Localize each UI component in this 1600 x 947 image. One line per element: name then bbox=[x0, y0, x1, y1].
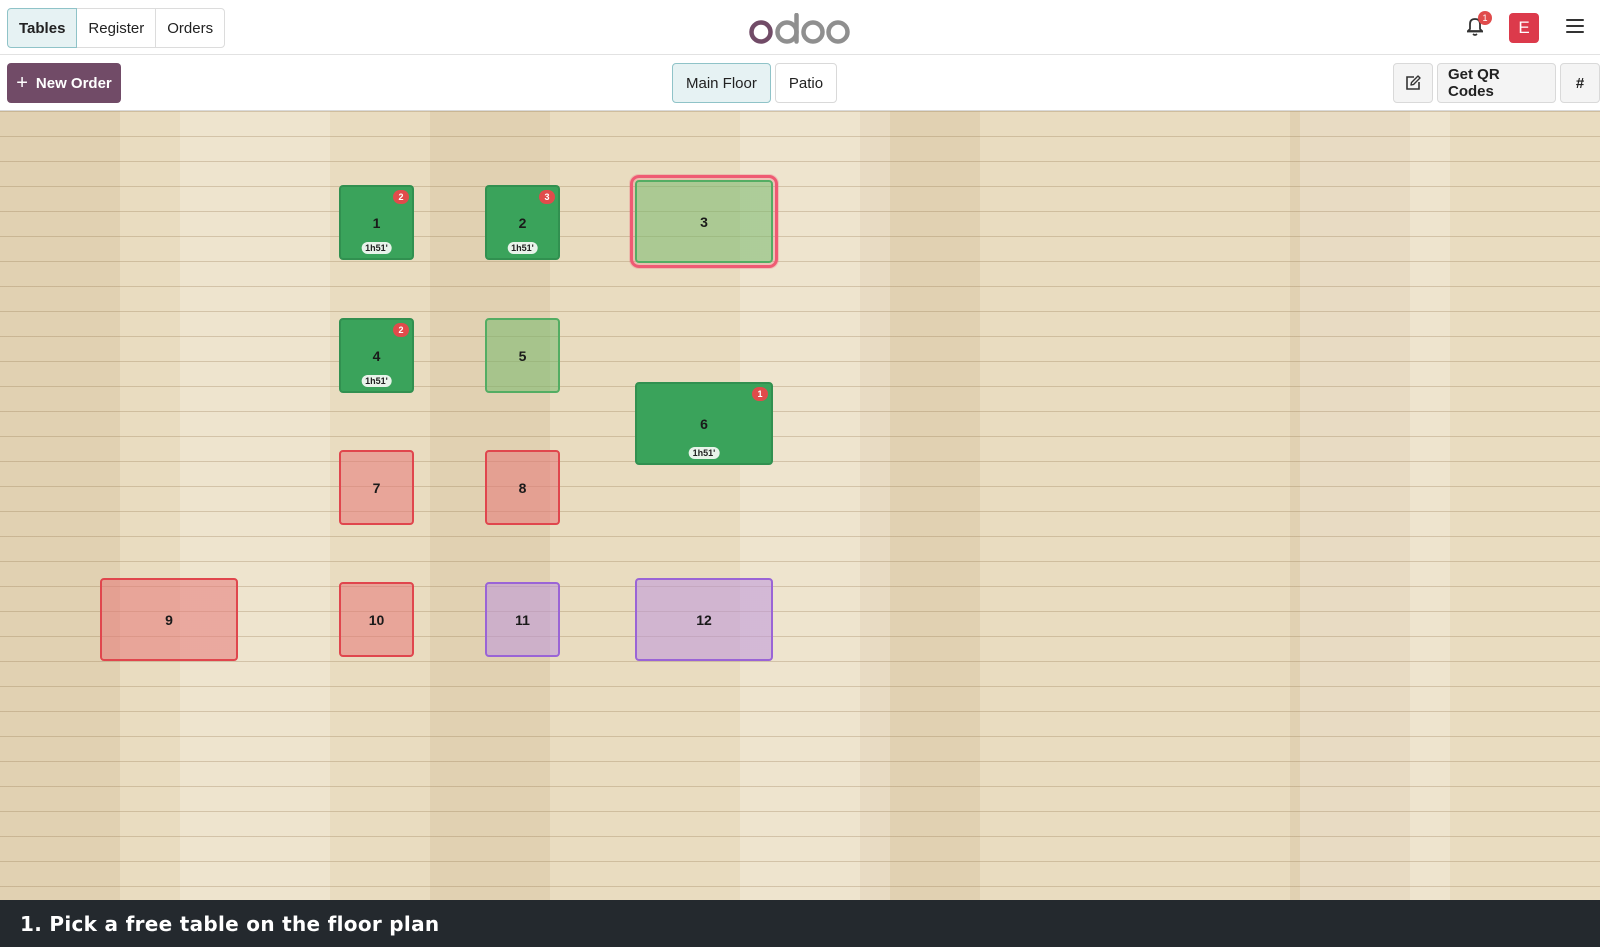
order-count-badge: 1 bbox=[752, 387, 768, 401]
nav-tab-tables[interactable]: Tables bbox=[7, 8, 78, 48]
table-number-button[interactable]: # bbox=[1560, 63, 1600, 103]
floor-tab-main-floor[interactable]: Main Floor bbox=[672, 63, 771, 103]
new-order-label: New Order bbox=[35, 74, 112, 92]
table-label: 4 bbox=[372, 347, 381, 364]
order-count-badge: 2 bbox=[393, 323, 409, 337]
order-count-badge: 3 bbox=[539, 190, 555, 204]
edit-icon bbox=[1406, 75, 1421, 90]
table-8[interactable]: 8 bbox=[485, 450, 560, 525]
plus-icon: + bbox=[16, 72, 28, 94]
table-label: 6 bbox=[700, 415, 708, 432]
table-1[interactable]: 1 2 1h51' bbox=[339, 185, 414, 260]
table-9[interactable]: 9 bbox=[100, 578, 238, 661]
table-10[interactable]: 10 bbox=[339, 582, 414, 657]
floor-plan: 1 2 1h51' 2 3 1h51' 3 4 2 1h51' 5 6 1 1h… bbox=[0, 111, 1600, 900]
odoo-logo bbox=[749, 13, 850, 44]
table-label: 11 bbox=[515, 611, 530, 628]
table-label: 8 bbox=[518, 479, 527, 496]
hamburger-menu-icon[interactable] bbox=[1566, 19, 1584, 35]
table-label: 3 bbox=[700, 213, 708, 230]
table-7[interactable]: 7 bbox=[339, 450, 414, 525]
floor-selector: Main Floor Patio bbox=[672, 63, 838, 103]
table-label: 1 bbox=[372, 214, 381, 231]
main-nav: Tables Register Orders bbox=[7, 8, 226, 48]
table-5[interactable]: 5 bbox=[485, 318, 560, 393]
notification-badge: 1 bbox=[1478, 11, 1492, 25]
table-label: 12 bbox=[696, 611, 712, 628]
table-4[interactable]: 4 2 1h51' bbox=[339, 318, 414, 393]
new-order-button[interactable]: + New Order bbox=[7, 63, 121, 103]
table-label: 10 bbox=[368, 611, 385, 628]
elapsed-time-badge: 1h51' bbox=[361, 375, 392, 387]
edit-floor-button[interactable] bbox=[1393, 63, 1433, 103]
order-count-badge: 2 bbox=[393, 190, 409, 204]
table-6[interactable]: 6 1 1h51' bbox=[635, 382, 773, 465]
tour-instruction-text: 1. Pick a free table on the floor plan bbox=[20, 911, 440, 936]
nav-tab-register[interactable]: Register bbox=[76, 8, 157, 48]
top-navbar: Tables Register Orders 1 E bbox=[0, 0, 1600, 55]
tour-instruction-bar: 1. Pick a free table on the floor plan bbox=[0, 900, 1600, 947]
floor-tab-patio[interactable]: Patio bbox=[774, 63, 838, 103]
floor-tools: Get QR Codes # bbox=[1393, 63, 1600, 103]
table-3[interactable]: 3 bbox=[630, 175, 778, 268]
table-2[interactable]: 2 3 1h51' bbox=[485, 185, 560, 260]
get-qr-codes-button[interactable]: Get QR Codes bbox=[1437, 63, 1556, 103]
nav-tab-orders[interactable]: Orders bbox=[155, 8, 226, 48]
table-12[interactable]: 12 bbox=[635, 578, 773, 661]
elapsed-time-badge: 1h51' bbox=[688, 447, 720, 459]
table-label: 5 bbox=[518, 347, 527, 364]
user-avatar[interactable]: E bbox=[1509, 13, 1539, 43]
elapsed-time-badge: 1h51' bbox=[507, 242, 538, 254]
table-11[interactable]: 11 bbox=[485, 582, 560, 657]
table-label: 7 bbox=[372, 479, 381, 496]
floor-toolbar: + New Order Main Floor Patio Get QR Code… bbox=[0, 55, 1600, 111]
table-label: 9 bbox=[165, 611, 173, 628]
elapsed-time-badge: 1h51' bbox=[361, 242, 392, 254]
table-label: 2 bbox=[518, 214, 527, 231]
